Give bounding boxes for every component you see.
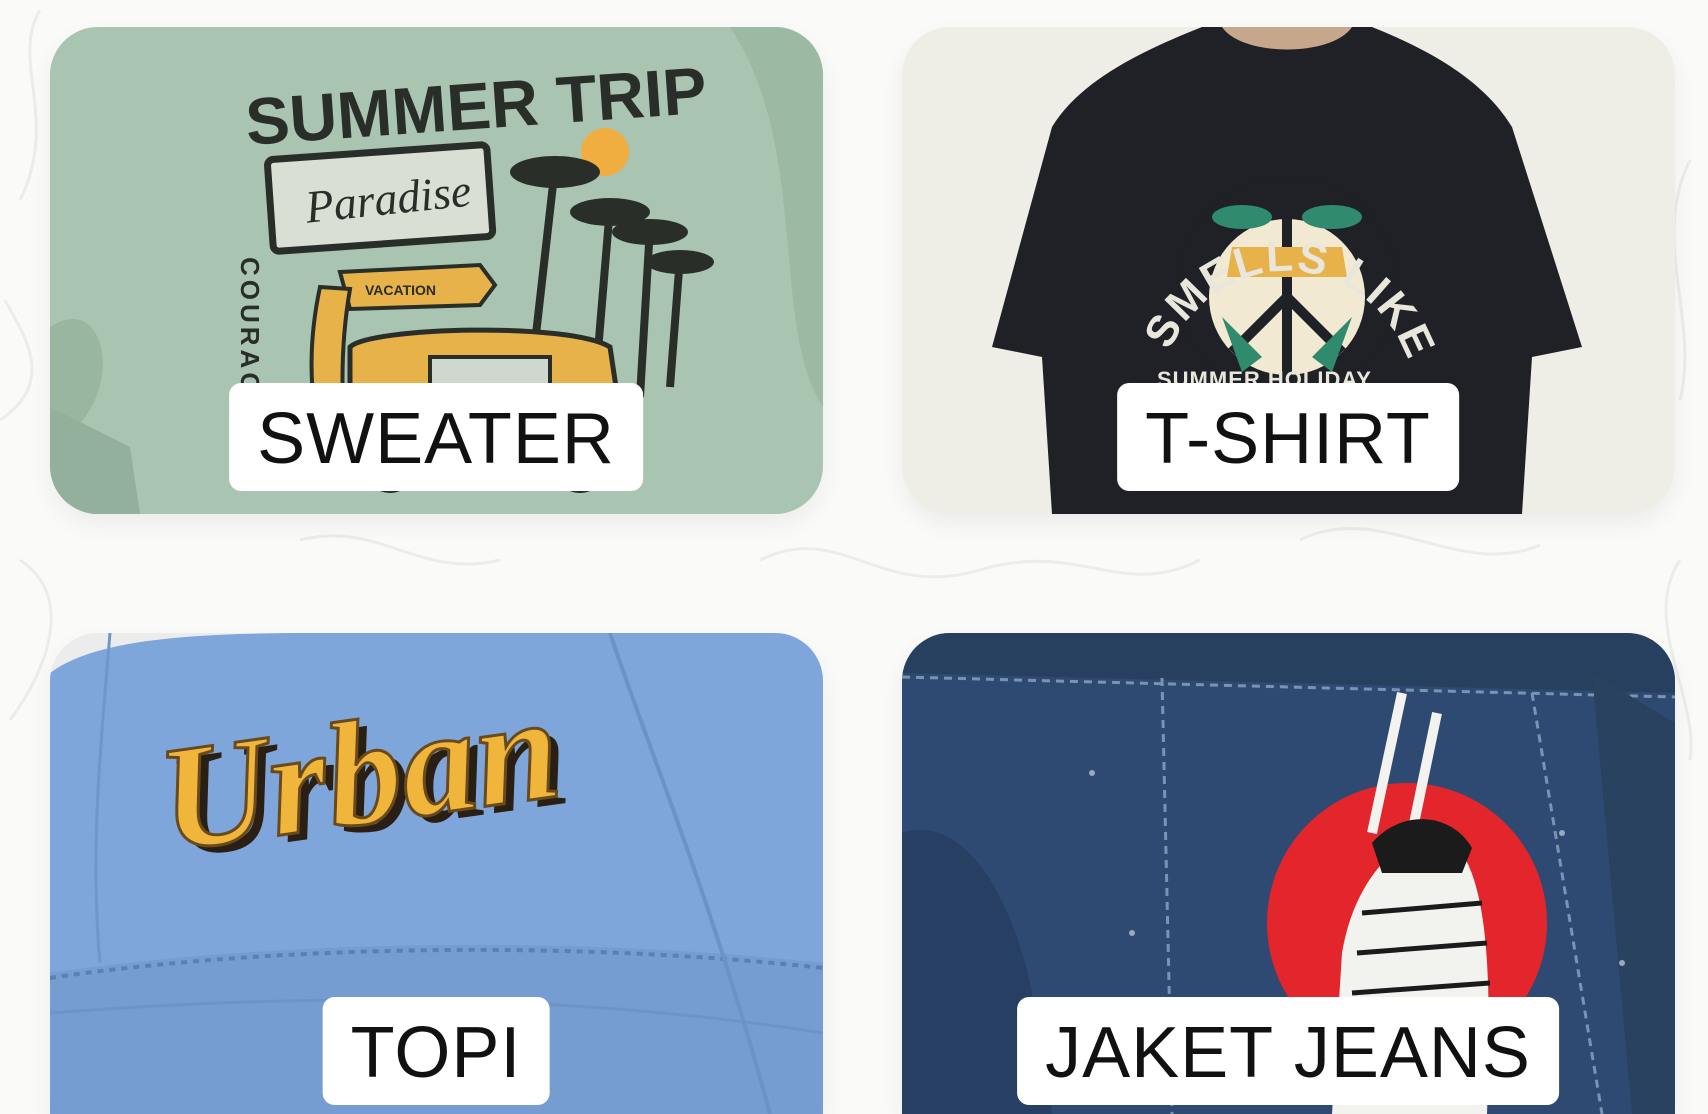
category-label: JAKET JEANS (1017, 997, 1559, 1105)
category-label: SWEATER (229, 383, 643, 491)
sweater-arrow: VACATION (365, 282, 436, 298)
category-card-sweater[interactable]: SUMMER TRIP Paradise VACATION COURAGE SW… (50, 27, 823, 514)
category-card-topi[interactable]: Urban Urban TOPI (50, 633, 823, 1114)
category-card-tshirt[interactable]: SMELLS LIKE SUMMER SUMMER HOLIDAY T-SHIR… (902, 27, 1675, 514)
category-card-jaket-jeans[interactable]: JAKET JEANS (902, 633, 1675, 1114)
category-label: TOPI (322, 997, 550, 1105)
category-grid-page: SUMMER TRIP Paradise VACATION COURAGE SW… (0, 0, 1708, 1114)
category-label: T-SHIRT (1117, 383, 1459, 491)
